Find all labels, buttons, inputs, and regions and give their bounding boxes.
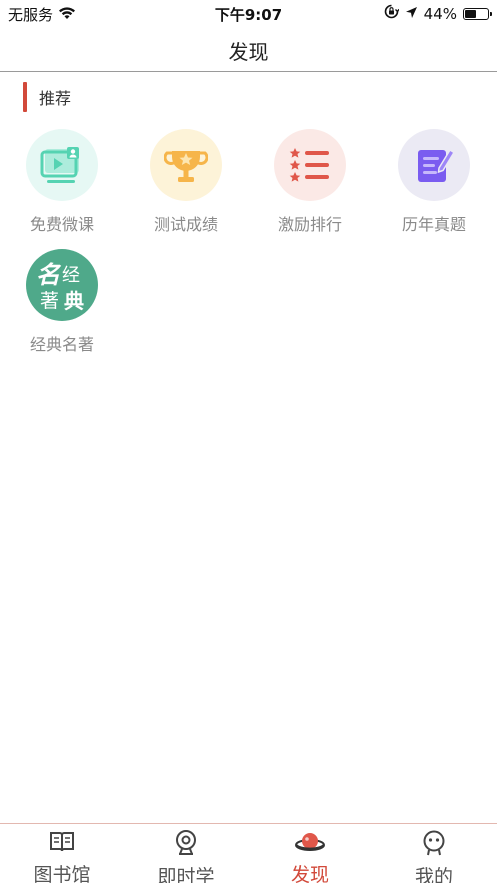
tab-label: 发现 xyxy=(290,864,329,883)
orientation-lock-icon xyxy=(384,4,400,23)
grid-item-label: 测试成绩 xyxy=(153,215,218,234)
profile-face-icon xyxy=(422,830,446,860)
status-bar: 无服务 下午9:07 44% xyxy=(0,0,497,26)
tab-library[interactable]: 图书馆 xyxy=(0,830,124,883)
exam-paper-icon xyxy=(398,129,470,201)
grid-item-label: 历年真题 xyxy=(401,215,466,234)
grid-item-test-scores[interactable]: 测试成绩 xyxy=(124,129,248,235)
planet-icon xyxy=(295,830,325,858)
tab-instant-learn[interactable]: 即时学 xyxy=(124,830,248,883)
webcam-icon xyxy=(174,830,198,860)
grid-item-ranking[interactable]: 激励排行 xyxy=(248,129,372,235)
ranking-list-icon xyxy=(274,129,346,201)
svg-text:典: 典 xyxy=(64,289,84,313)
tab-label: 图书馆 xyxy=(33,864,91,883)
svg-text:著: 著 xyxy=(40,290,59,312)
battery-fill xyxy=(465,9,476,18)
trophy-icon xyxy=(150,129,222,201)
grid-item-free-lessons[interactable]: 免费微课 xyxy=(0,129,124,235)
tab-bar: 图书馆 即时学 发现 我的 xyxy=(0,823,497,883)
tab-label: 我的 xyxy=(414,866,453,883)
grid-item-label: 免费微课 xyxy=(29,215,94,234)
book-icon xyxy=(49,830,75,858)
status-right: 44% xyxy=(384,4,492,23)
tab-mine[interactable]: 我的 xyxy=(372,830,496,883)
tab-discover[interactable]: 发现 xyxy=(248,830,372,883)
battery-tip xyxy=(490,11,492,16)
section-accent-bar xyxy=(23,82,27,112)
grid-item-past-exams[interactable]: 历年真题 xyxy=(372,129,496,235)
tab-label: 即时学 xyxy=(157,866,215,883)
video-lesson-icon xyxy=(26,129,98,201)
section-title: 推荐 xyxy=(39,89,72,108)
classics-badge-icon: 名 经 著 典 xyxy=(26,249,98,321)
section-header-recommend: 推荐 xyxy=(23,82,71,112)
grid-item-label: 经典名著 xyxy=(29,335,94,354)
navigation-bar: 发现 xyxy=(0,26,497,72)
grid-item-label: 激励排行 xyxy=(277,215,342,234)
page-title: 发现 xyxy=(228,40,269,64)
grid-item-classics[interactable]: 名 经 著 典 经典名著 xyxy=(0,249,124,355)
location-arrow-icon xyxy=(405,5,418,23)
svg-text:名: 名 xyxy=(36,260,62,289)
svg-text:经: 经 xyxy=(62,265,80,286)
battery-icon xyxy=(463,7,492,20)
battery-percent: 44% xyxy=(423,4,457,23)
